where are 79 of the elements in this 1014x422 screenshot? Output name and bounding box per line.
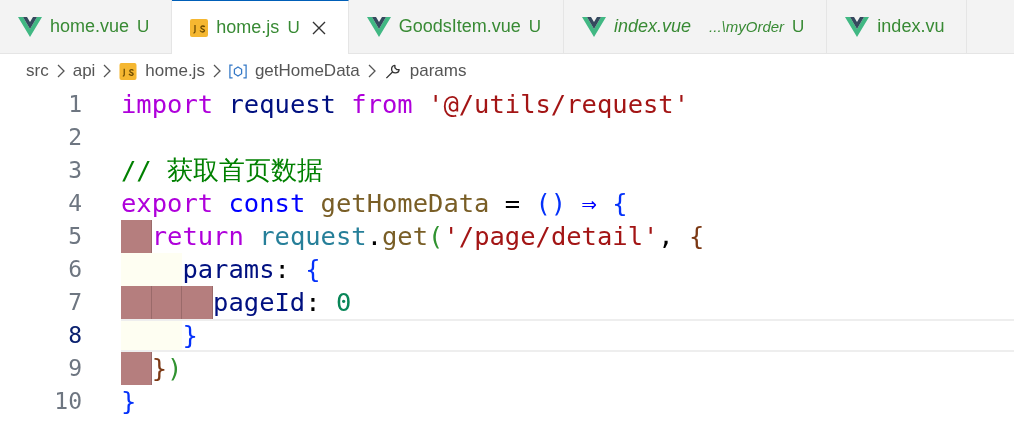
breadcrumb-item[interactable]: src [26,61,49,81]
vue-logo-icon [845,16,870,37]
variable-token: params [182,253,275,286]
bracket-token: { [612,187,628,220]
wrench-icon [383,62,402,80]
code-text: , [658,220,674,253]
tab-label: GoodsItem.vue [398,16,521,37]
keyword-token: return [151,220,244,253]
line-number: 6 [67,255,82,284]
tab-path: ...\myOrder [709,18,785,35]
editor-tab[interactable]: home.js U [172,0,349,54]
keyword-token: from [351,88,413,121]
js-file-icon [190,18,209,37]
indent-guide [121,253,152,286]
bracket-token: ( [428,220,444,253]
bracket-token: } [121,385,137,418]
code-text: = [504,187,521,220]
bracket-token: { [689,220,705,253]
chevron-icon [367,64,376,78]
keyword-token: const [228,187,306,220]
line-number: 5 [67,222,82,251]
line-number: 1 [67,90,82,119]
tab-label: index.vue [614,16,692,37]
close-icon[interactable] [311,20,326,35]
indent-error-marker [121,220,152,253]
bracket-token: { [305,253,321,286]
chevron-icon [56,64,65,78]
breadcrumb-item[interactable]: api [72,61,96,81]
vue-logo-icon [366,16,391,37]
breadcrumb-item[interactable]: getHomeData [228,61,360,81]
breadcrumb-item[interactable]: params [383,61,467,81]
line-number: 2 [67,123,82,152]
line-number: 8 [67,321,82,350]
tab-label: home.vue [50,16,130,37]
string-token: '@/utils/request' [428,88,690,121]
tab-label: index.vu [877,16,945,37]
variable-token: request [228,88,336,121]
code-comment: // 获取首页数据 [121,154,324,187]
bracket-token: } [151,352,168,385]
keyword-token: import [121,88,214,121]
cube-icon [228,62,247,80]
editor-tab[interactable]: index.vu [827,0,968,53]
indent-error-marker [121,352,152,385]
vue-logo-icon [582,16,606,37]
editor-tab[interactable]: index.vue ...\myOrder U [564,0,828,53]
breadcrumb-item[interactable]: home.js [119,61,205,81]
indent-error-marker [151,286,183,319]
line-number: 4 [67,189,82,218]
vue-logo-icon [18,16,42,37]
keyword-token: export [121,187,214,220]
indent-error-marker [182,286,214,319]
tab-label: home.js [216,17,280,38]
chevron-icon [103,64,112,78]
git-status: U [137,16,150,37]
code-text: : [274,253,290,286]
bracket-token: () [535,187,567,220]
line-number: 10 [53,387,82,416]
line-number: 7 [67,288,82,317]
bracket-token: } [182,321,198,350]
line-number: 9 [67,354,82,383]
indent-guide [151,253,183,286]
string-token: '/page/detail' [443,220,659,253]
editor-tab[interactable]: GoodsItem.vue U [348,0,564,53]
git-status: U [528,16,541,37]
js-file-icon [119,62,138,80]
git-status: U [792,16,805,37]
indent-error-marker [121,286,152,319]
variable-token: pageId [213,286,306,319]
code-text: : [305,286,321,319]
number-token: 0 [335,286,352,319]
function-token: getHomeData [320,187,490,220]
identifier-token: request [259,220,367,253]
bracket-token: ) [167,352,183,385]
chevron-icon [212,64,221,78]
line-number: 3 [67,156,82,185]
git-status: U [287,17,300,38]
function-token: get [382,220,429,253]
keyword-token: ⇒ [581,187,597,220]
code-text: . [366,220,382,253]
